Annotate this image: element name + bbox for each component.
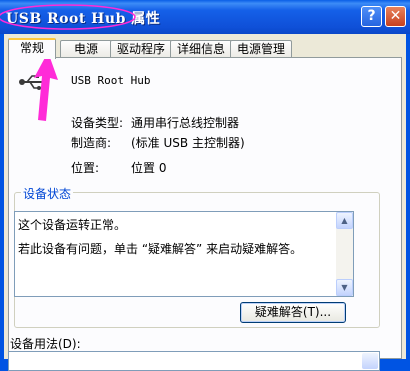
tab-power-management[interactable]: 电源管理	[230, 40, 292, 57]
dialog-client: 常规 电源 驱动程序 详细信息 电源管理 USB Root Hub 设备类型: …	[4, 34, 406, 371]
chevron-down-icon[interactable]	[362, 353, 378, 369]
tab-general[interactable]: 常规	[8, 38, 56, 59]
manufacturer-value: (标准 USB 主控制器)	[131, 136, 245, 150]
manufacturer-label: 制造商:	[71, 136, 112, 150]
device-type-value: 通用串行总线控制器	[131, 116, 240, 130]
window-title: USB Root Hub 属性	[6, 11, 161, 27]
status-line-1: 这个设备运转正常。	[18, 218, 127, 232]
close-button[interactable]: ✕	[385, 6, 406, 27]
tab-driver[interactable]: 驱动程序	[110, 40, 172, 57]
tab-details[interactable]: 详细信息	[170, 40, 232, 57]
location-value: 位置 0	[131, 161, 167, 175]
status-scrollbar[interactable]: ▲ ▼	[336, 212, 353, 296]
device-status-text[interactable]: 这个设备运转正常。 若此设备有问题，单击 “疑难解答” 来启动疑难解答。 ▲ ▼	[14, 211, 354, 297]
scroll-down-icon[interactable]: ▼	[336, 279, 353, 296]
tab-power[interactable]: 电源	[60, 40, 112, 57]
title-bar[interactable]: USB Root Hub 属性 ? ✕	[0, 0, 410, 34]
status-line-2: 若此设备有问题，单击 “疑难解答” 来启动疑难解答。	[18, 242, 303, 256]
usb-icon	[19, 74, 49, 90]
device-name: USB Root Hub	[71, 74, 151, 87]
help-button[interactable]: ?	[361, 6, 382, 27]
scroll-up-icon[interactable]: ▲	[336, 212, 353, 229]
device-type-label: 设备类型:	[71, 116, 124, 130]
location-label: 位置:	[71, 161, 100, 175]
device-usage-label: 设备用法(D):	[10, 337, 81, 351]
device-status-title: 设备状态	[21, 185, 74, 202]
device-usage-select[interactable]	[8, 351, 380, 371]
troubleshoot-button[interactable]: 疑难解答(T)...	[240, 302, 346, 323]
